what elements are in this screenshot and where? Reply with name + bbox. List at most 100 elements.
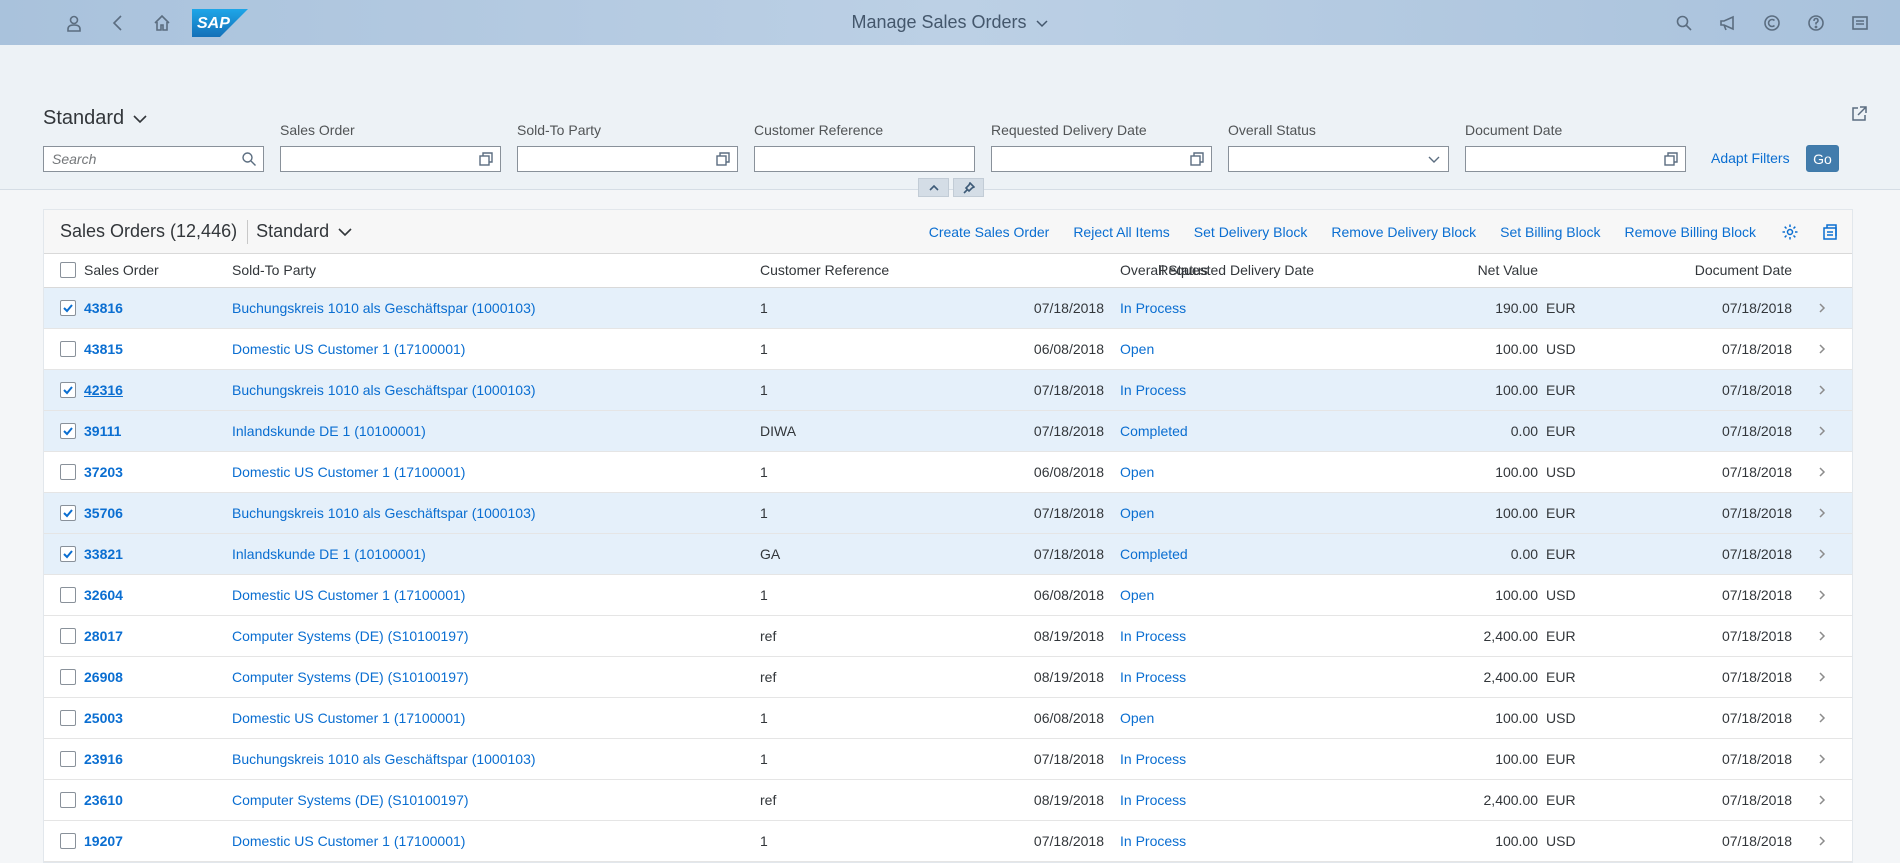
table-row[interactable]: 23610 Computer Systems (DE) (S10100197) re… xyxy=(44,779,1853,821)
row-navigation[interactable] xyxy=(1792,574,1853,616)
sales-order-link[interactable]: 23610 xyxy=(84,792,123,808)
sold-to-party-link[interactable]: Inlandskunde DE 1 (10100001) xyxy=(232,423,426,439)
sold-to-party-link[interactable]: Buchungskreis 1010 als Geschäftspar (100… xyxy=(232,505,536,521)
overall-status-link[interactable]: In Process xyxy=(1120,669,1186,685)
row-checkbox[interactable] xyxy=(60,422,76,439)
row-navigation[interactable] xyxy=(1792,615,1853,657)
column-header-sales-order[interactable]: Sales Order xyxy=(84,254,232,288)
column-header-sold-to-party[interactable]: Sold-To Party xyxy=(232,254,760,288)
value-help-icon[interactable] xyxy=(1189,151,1205,167)
sold-to-party-link[interactable]: Buchungskreis 1010 als Geschäftspar (100… xyxy=(232,300,536,316)
customer-reference-input[interactable] xyxy=(754,146,975,172)
row-navigation[interactable] xyxy=(1792,656,1853,698)
table-row[interactable]: 39111 Inlandskunde DE 1 (10100001) DIWA 07/… xyxy=(44,410,1853,452)
export-button[interactable] xyxy=(1820,222,1840,242)
sales-order-link[interactable]: 39111 xyxy=(84,423,121,439)
sales-order-link[interactable]: 19207 xyxy=(84,833,123,849)
sales-order-link[interactable]: 43815 xyxy=(84,341,123,357)
row-checkbox[interactable] xyxy=(60,545,76,562)
remove-billing-block-button[interactable]: Remove Billing Block xyxy=(1625,224,1757,240)
overall-status-link[interactable]: Open xyxy=(1120,587,1154,603)
sold-to-party-link[interactable]: Computer Systems (DE) (S10100197) xyxy=(232,628,469,644)
table-row[interactable]: 33821 Inlandskunde DE 1 (10100001) GA 07/18… xyxy=(44,533,1853,575)
row-checkbox[interactable] xyxy=(60,709,76,726)
row-checkbox[interactable] xyxy=(60,668,76,685)
column-header-document-date[interactable]: Document Date xyxy=(1598,254,1793,288)
table-row[interactable]: 28017 Computer Systems (DE) (S10100197) re… xyxy=(44,615,1853,657)
table-row[interactable]: 23916 Buchungskreis 1010 als Geschäftspar… xyxy=(44,738,1853,780)
table-row[interactable]: 25003 Domestic US Customer 1 (17100001) 1 0… xyxy=(44,697,1853,739)
sold-to-party-link[interactable]: Inlandskunde DE 1 (10100001) xyxy=(232,546,426,562)
row-checkbox[interactable] xyxy=(60,463,76,480)
row-navigation[interactable] xyxy=(1792,369,1853,411)
sold-to-party-input[interactable] xyxy=(517,146,738,172)
row-navigation[interactable] xyxy=(1792,820,1853,862)
row-navigation[interactable] xyxy=(1792,492,1853,534)
app-title-menu[interactable]: Manage Sales Orders xyxy=(851,12,1048,33)
overall-status-link[interactable]: In Process xyxy=(1120,833,1186,849)
table-row[interactable]: 43815 Domestic US Customer 1 (17100001) 1 0… xyxy=(44,328,1853,370)
overall-status-select[interactable] xyxy=(1228,146,1449,172)
row-navigation[interactable] xyxy=(1792,697,1853,739)
remove-delivery-block-button[interactable]: Remove Delivery Block xyxy=(1331,224,1476,240)
row-checkbox[interactable] xyxy=(60,340,76,357)
overall-status-link[interactable]: Open xyxy=(1120,341,1154,357)
requested-delivery-date-input[interactable] xyxy=(991,146,1212,172)
overall-status-link[interactable]: Completed xyxy=(1120,546,1188,562)
row-checkbox[interactable] xyxy=(60,504,76,521)
table-row[interactable]: 35706 Buchungskreis 1010 als Geschäftspar… xyxy=(44,492,1853,534)
value-help-icon[interactable] xyxy=(478,151,494,167)
table-settings-button[interactable] xyxy=(1780,222,1800,242)
sales-order-link[interactable]: 33821 xyxy=(84,546,123,562)
set-delivery-block-button[interactable]: Set Delivery Block xyxy=(1194,224,1308,240)
row-navigation[interactable] xyxy=(1792,533,1853,575)
row-navigation[interactable] xyxy=(1792,328,1853,370)
notifications-button[interactable] xyxy=(1706,0,1750,45)
document-date-input[interactable] xyxy=(1465,146,1686,172)
sales-order-input[interactable] xyxy=(280,146,501,172)
sales-order-link[interactable]: 23916 xyxy=(84,751,123,767)
row-checkbox[interactable] xyxy=(60,586,76,603)
select-all-checkbox[interactable] xyxy=(60,262,76,279)
table-row[interactable]: 42316 Buchungskreis 1010 als Geschäftspar… xyxy=(44,369,1853,411)
value-help-icon[interactable] xyxy=(1663,151,1679,167)
back-button[interactable] xyxy=(96,0,140,45)
value-help-icon[interactable] xyxy=(715,151,731,167)
row-navigation[interactable] xyxy=(1792,410,1853,452)
table-row[interactable]: 32604 Domestic US Customer 1 (17100001) 1 0… xyxy=(44,574,1853,616)
sap-logo[interactable]: SAP xyxy=(192,8,248,37)
sales-order-link[interactable]: 32604 xyxy=(84,587,123,603)
sold-to-party-link[interactable]: Buchungskreis 1010 als Geschäftspar (100… xyxy=(232,382,536,398)
overall-status-link[interactable]: Open xyxy=(1120,710,1154,726)
row-checkbox[interactable] xyxy=(60,750,76,767)
sales-order-link[interactable]: 37203 xyxy=(84,464,123,480)
overall-status-link[interactable]: In Process xyxy=(1120,751,1186,767)
copilot-button[interactable] xyxy=(1750,0,1794,45)
table-row[interactable]: 19207 Domestic US Customer 1 (17100001) 1 0… xyxy=(44,820,1853,862)
row-checkbox[interactable] xyxy=(60,627,76,644)
reject-all-items-button[interactable]: Reject All Items xyxy=(1073,224,1169,240)
search-input[interactable]: Search xyxy=(43,146,264,172)
overall-status-link[interactable]: In Process xyxy=(1120,300,1186,316)
row-navigation[interactable] xyxy=(1792,451,1853,493)
home-button[interactable] xyxy=(140,0,184,45)
go-button[interactable]: Go xyxy=(1806,145,1839,172)
sold-to-party-link[interactable]: Domestic US Customer 1 (17100001) xyxy=(232,710,465,726)
overall-status-link[interactable]: In Process xyxy=(1120,382,1186,398)
row-checkbox[interactable] xyxy=(60,832,76,849)
collapse-header-button[interactable] xyxy=(918,178,949,197)
column-header-net-value[interactable]: Overall Status Net Value xyxy=(1120,254,1539,288)
sales-order-link[interactable]: 26908 xyxy=(84,669,123,685)
sold-to-party-link[interactable]: Domestic US Customer 1 (17100001) xyxy=(232,341,465,357)
sold-to-party-link[interactable]: Buchungskreis 1010 als Geschäftspar (100… xyxy=(232,751,536,767)
row-checkbox[interactable] xyxy=(60,791,76,808)
menu-button[interactable] xyxy=(1838,0,1882,45)
table-variant-selector[interactable]: Standard xyxy=(256,221,353,242)
sold-to-party-link[interactable]: Computer Systems (DE) (S10100197) xyxy=(232,792,469,808)
sales-order-link[interactable]: 35706 xyxy=(84,505,123,521)
pin-header-button[interactable] xyxy=(953,178,984,197)
create-sales-order-button[interactable]: Create Sales Order xyxy=(929,224,1050,240)
row-navigation[interactable] xyxy=(1792,287,1853,329)
overall-status-link[interactable]: In Process xyxy=(1120,628,1186,644)
column-header-requested-delivery-date[interactable]: Requested Delivery Date xyxy=(990,254,1331,288)
